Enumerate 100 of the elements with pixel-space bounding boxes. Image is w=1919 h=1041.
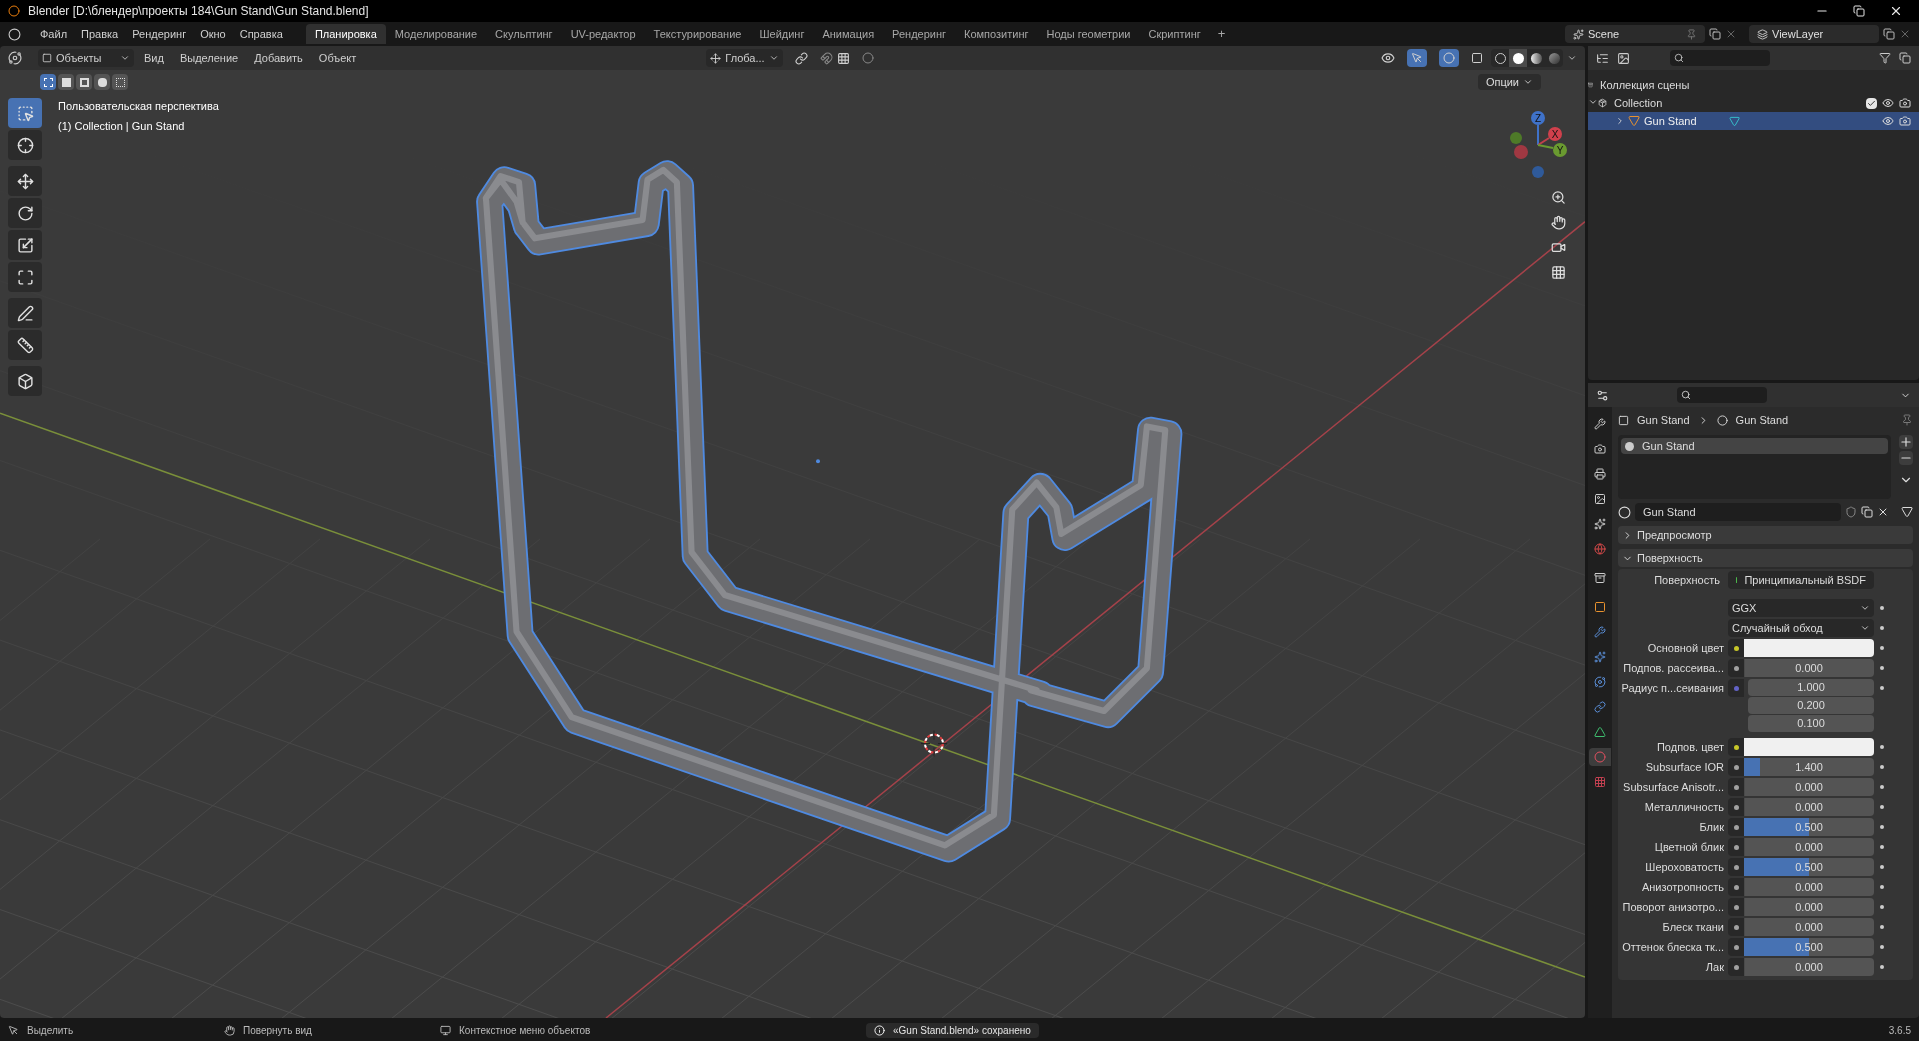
blender-menu-icon[interactable] xyxy=(8,27,21,41)
search-field[interactable] xyxy=(1677,387,1767,403)
menu-item[interactable]: Объект xyxy=(312,49,363,67)
camera-icon[interactable] xyxy=(1550,240,1566,255)
new-view-layer-icon[interactable] xyxy=(1883,28,1895,40)
panel-header[interactable]: Поверхность xyxy=(1618,549,1913,567)
search-field[interactable] xyxy=(1670,50,1770,66)
eye-icon[interactable] xyxy=(1882,97,1894,109)
checkbox[interactable] xyxy=(1866,97,1877,109)
new-scene-icon[interactable] xyxy=(1709,28,1721,40)
menu-item[interactable]: Справка xyxy=(232,25,290,43)
close-icon[interactable] xyxy=(1889,4,1903,18)
menu-item[interactable]: Правка xyxy=(74,25,126,43)
shader-field[interactable]: Принципиальный BSDF xyxy=(1728,571,1874,589)
dropdown[interactable]: Случайный обход xyxy=(1728,619,1874,637)
panel-header[interactable]: Предпросмотр xyxy=(1618,526,1913,544)
socket-icon[interactable] xyxy=(1728,858,1744,876)
tool-button[interactable] xyxy=(8,298,42,328)
socket-icon[interactable] xyxy=(1728,838,1744,856)
material-slot[interactable]: Gun Stand xyxy=(1621,438,1888,454)
fake-user-icon[interactable] xyxy=(1845,506,1857,518)
tool-button[interactable] xyxy=(8,198,42,228)
scene-selector[interactable]: Scene xyxy=(1565,25,1705,43)
outliner-row[interactable]: Коллекция сцены xyxy=(1588,76,1919,94)
remove-slot-icon[interactable] xyxy=(1899,451,1913,465)
camera-icon[interactable] xyxy=(1899,115,1911,127)
number-field[interactable]: 0.200 xyxy=(1748,697,1874,714)
socket-icon[interactable] xyxy=(1728,878,1744,896)
add-slot-icon[interactable] xyxy=(1899,435,1913,449)
outliner-row[interactable]: Collection xyxy=(1588,94,1919,112)
socket-icon[interactable] xyxy=(1728,958,1744,976)
outliner-row[interactable]: Gun Stand xyxy=(1588,112,1919,130)
zoom-icon[interactable] xyxy=(1550,190,1566,205)
menu-item[interactable]: Добавить xyxy=(248,49,309,67)
socket-icon[interactable] xyxy=(1728,659,1744,677)
workspace-tab[interactable]: Анимация xyxy=(813,24,884,44)
menu-item[interactable]: Окно xyxy=(193,25,233,43)
socket-icon[interactable] xyxy=(1728,918,1744,936)
display-mode-icon[interactable] xyxy=(1617,51,1630,65)
editor-type-icon[interactable] xyxy=(8,51,22,65)
unlink-icon[interactable] xyxy=(1877,506,1889,518)
remove-view-layer-icon[interactable] xyxy=(1899,28,1911,40)
socket-icon[interactable] xyxy=(1728,818,1744,836)
socket-icon[interactable] xyxy=(1728,898,1744,916)
tool-button[interactable] xyxy=(8,230,42,260)
pin-icon[interactable] xyxy=(1901,414,1913,426)
caret-icon[interactable] xyxy=(1567,53,1577,63)
menu-item[interactable]: Рендеринг xyxy=(125,25,194,43)
select-mode-icon[interactable] xyxy=(94,74,110,90)
menu-item[interactable]: Выделение xyxy=(173,49,245,67)
number-field[interactable]: 1.000 xyxy=(1748,679,1874,696)
overlay-toggle-button[interactable] xyxy=(1439,49,1459,67)
socket-icon[interactable] xyxy=(1728,798,1744,816)
socket-icon[interactable] xyxy=(1728,938,1744,956)
workspace-tab[interactable]: Ноды геометрии xyxy=(1037,24,1140,44)
gizmo-toggle-button[interactable] xyxy=(1407,49,1427,67)
tool-button[interactable] xyxy=(8,130,42,160)
add-workspace-button[interactable]: + xyxy=(1209,24,1234,44)
workspace-tab[interactable]: Текстурирование xyxy=(644,24,751,44)
remove-scene-icon[interactable] xyxy=(1725,28,1737,40)
socket-icon[interactable] xyxy=(1728,639,1744,657)
workspace-tab[interactable]: Моделирование xyxy=(385,24,487,44)
tool-button[interactable] xyxy=(8,366,42,396)
workspace-tab[interactable]: Шейдинг xyxy=(750,24,814,44)
workspace-tab[interactable]: Композитинг xyxy=(955,24,1038,44)
visibility-icon[interactable] xyxy=(1381,51,1395,65)
new-collection-icon[interactable] xyxy=(1899,52,1911,64)
color-swatch[interactable] xyxy=(1744,738,1874,756)
solid-sphere-icon[interactable] xyxy=(1509,49,1527,67)
workspace-tab[interactable]: Скульптинг xyxy=(486,24,562,44)
select-mode-icon[interactable] xyxy=(40,74,56,90)
snap-grid-icon[interactable] xyxy=(836,51,850,65)
hand-icon[interactable] xyxy=(1550,215,1566,230)
menu-item[interactable]: Вид xyxy=(138,49,170,67)
socket-icon[interactable] xyxy=(1728,758,1744,776)
workspace-tab[interactable]: Рендеринг xyxy=(883,24,956,44)
tool-button[interactable] xyxy=(8,262,42,292)
grid-icon[interactable] xyxy=(1550,265,1566,280)
options-dropdown[interactable]: Опции xyxy=(1477,73,1541,91)
duplicate-icon[interactable] xyxy=(1861,506,1873,518)
workspace-tab[interactable]: Планировка xyxy=(305,24,386,44)
mode-dropdown[interactable]: Объекты xyxy=(38,49,134,67)
socket-icon[interactable] xyxy=(1728,738,1744,756)
view-layer-selector[interactable]: ViewLayer xyxy=(1749,25,1879,43)
camera-icon[interactable] xyxy=(1899,97,1911,109)
tool-button[interactable] xyxy=(8,330,42,360)
material-name-field[interactable]: Gun Stand xyxy=(1635,503,1841,521)
editor-type-icon[interactable] xyxy=(1596,51,1609,65)
select-mode-icon[interactable] xyxy=(76,74,92,90)
select-mode-icon[interactable] xyxy=(112,74,128,90)
workspace-tab[interactable]: Скриптинг xyxy=(1139,24,1210,44)
select-mode-icon[interactable] xyxy=(58,74,74,90)
snap-magnet-icon[interactable] xyxy=(819,51,833,65)
pin-icon[interactable] xyxy=(1686,28,1697,40)
filter-icon[interactable] xyxy=(1879,52,1891,64)
restore-icon[interactable] xyxy=(1853,5,1865,17)
eye-icon[interactable] xyxy=(1882,115,1894,127)
orientation-dropdown[interactable]: Глоба... xyxy=(706,49,783,67)
number-field[interactable]: 0.100 xyxy=(1748,715,1874,732)
dropdown[interactable]: GGX xyxy=(1728,599,1874,617)
